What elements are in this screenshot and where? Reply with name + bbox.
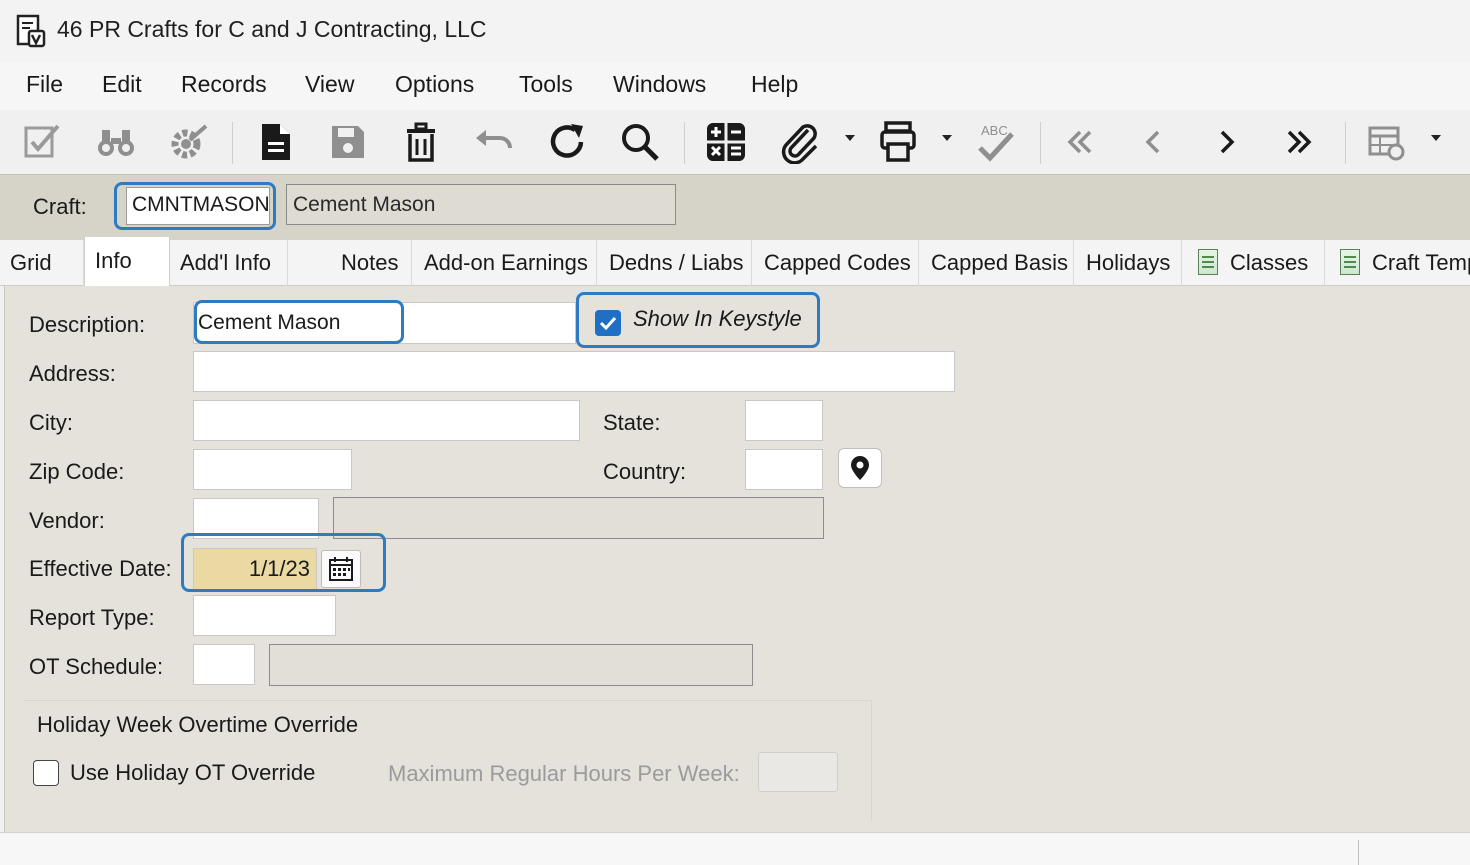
show-in-keystyle-label[interactable]: Show In Keystyle	[633, 306, 802, 332]
svg-text:ABC: ABC	[981, 123, 1008, 138]
menu-tools[interactable]: Tools	[519, 71, 573, 98]
description-highlight	[194, 300, 404, 344]
effective-date-highlight	[181, 533, 386, 592]
status-bar-divider	[1358, 840, 1359, 865]
tab-craft-template[interactable]: Craft Template	[1325, 240, 1470, 286]
binoculars-icon[interactable]	[90, 116, 142, 168]
menu-help[interactable]: Help	[751, 71, 798, 98]
first-record-icon[interactable]	[1054, 116, 1106, 168]
city-label: City:	[29, 410, 73, 435]
ot-schedule-description-display	[269, 644, 753, 686]
address-input[interactable]	[193, 351, 955, 392]
tab-bar: Grid Info Add'l Info Notes Add-on Earnin…	[0, 237, 1470, 287]
grid-settings-dropdown-icon[interactable]	[1431, 135, 1441, 141]
save-icon[interactable]	[322, 116, 374, 168]
use-holiday-ot-override-label[interactable]: Use Holiday OT Override	[70, 760, 315, 786]
tab-capped-basis[interactable]: Capped Basis	[919, 240, 1074, 286]
settings-gear-icon[interactable]	[162, 116, 214, 168]
max-regular-hours-input	[758, 752, 838, 792]
description-label: Description:	[29, 312, 146, 337]
zip-code-label: Zip Code:	[29, 459, 125, 484]
search-icon[interactable]	[614, 116, 666, 168]
print-dropdown-icon[interactable]	[942, 135, 952, 141]
grid-settings-icon[interactable]	[1360, 116, 1412, 168]
vendor-label: Vendor:	[29, 508, 105, 533]
calculator-icon[interactable]	[700, 116, 752, 168]
tab-holidays[interactable]: Holidays	[1074, 240, 1182, 286]
previous-record-icon[interactable]	[1128, 116, 1180, 168]
checkmark-icon	[599, 316, 617, 331]
tab-addl-info[interactable]: Add'l Info	[170, 240, 288, 286]
use-holiday-ot-override-checkbox[interactable]	[33, 760, 59, 786]
tab-notes[interactable]: Notes	[288, 240, 412, 286]
report-type-input[interactable]	[193, 595, 336, 636]
refresh-icon[interactable]	[541, 116, 593, 168]
spreadsheet-icon	[1198, 249, 1218, 276]
tab-classes-label: Classes	[1230, 250, 1309, 275]
craft-description-display: Cement Mason	[286, 184, 676, 225]
undo-icon[interactable]	[468, 116, 520, 168]
map-location-button[interactable]	[838, 448, 882, 488]
tab-classes[interactable]: Classes	[1182, 240, 1325, 286]
menu-view[interactable]: View	[305, 71, 354, 98]
menu-file[interactable]: File	[26, 71, 63, 98]
menu-options[interactable]: Options	[395, 71, 474, 98]
tab-dedns-liabs[interactable]: Dedns / Liabs	[597, 240, 752, 286]
tab-grid[interactable]: Grid	[0, 240, 84, 286]
menu-windows[interactable]: Windows	[613, 71, 706, 98]
attachment-icon[interactable]	[774, 116, 826, 168]
app-icon	[16, 14, 46, 48]
country-label: Country:	[603, 459, 687, 484]
print-icon[interactable]	[872, 116, 924, 168]
craft-label: Craft:	[33, 194, 87, 219]
delete-icon[interactable]	[395, 116, 447, 168]
attachment-dropdown-icon[interactable]	[845, 135, 855, 141]
city-input[interactable]	[193, 400, 580, 441]
tab-capped-codes[interactable]: Capped Codes	[752, 240, 919, 286]
new-record-icon[interactable]	[248, 116, 300, 168]
address-label: Address:	[29, 361, 116, 386]
tab-addon-earnings[interactable]: Add-on Earnings	[412, 240, 597, 286]
window-title: 46 PR Crafts for C and J Contracting, LL…	[57, 16, 487, 42]
menu-edit[interactable]: Edit	[102, 71, 142, 98]
tab-info[interactable]: Info	[84, 237, 170, 287]
max-regular-hours-label: Maximum Regular Hours Per Week:	[388, 761, 740, 786]
effective-date-label: Effective Date:	[29, 556, 172, 581]
holiday-group-title: Holiday Week Overtime Override	[37, 712, 359, 737]
country-input[interactable]	[745, 449, 823, 490]
toolbar: ABC	[0, 110, 1470, 174]
zip-code-input[interactable]	[193, 449, 352, 490]
state-input[interactable]	[745, 400, 823, 441]
show-in-keystyle-checkbox[interactable]	[595, 310, 621, 336]
map-pin-icon	[851, 456, 869, 480]
tab-craft-template-label: Craft Template	[1372, 250, 1470, 275]
next-record-icon[interactable]	[1200, 116, 1252, 168]
spreadsheet-icon	[1340, 249, 1360, 276]
report-type-label: Report Type:	[29, 605, 155, 630]
menu-records[interactable]: Records	[181, 71, 267, 98]
spellcheck-icon[interactable]: ABC	[968, 116, 1020, 168]
ot-schedule-input[interactable]	[193, 644, 255, 685]
menu-bar: File Edit Records View Options Tools Win…	[0, 62, 1470, 110]
ot-schedule-label: OT Schedule:	[29, 654, 164, 679]
edit-icon[interactable]	[16, 116, 68, 168]
vendor-name-display	[333, 497, 824, 539]
state-label: State:	[603, 410, 661, 435]
status-bar	[0, 832, 1470, 865]
last-record-icon[interactable]	[1273, 116, 1325, 168]
craft-code-highlight	[114, 182, 276, 230]
